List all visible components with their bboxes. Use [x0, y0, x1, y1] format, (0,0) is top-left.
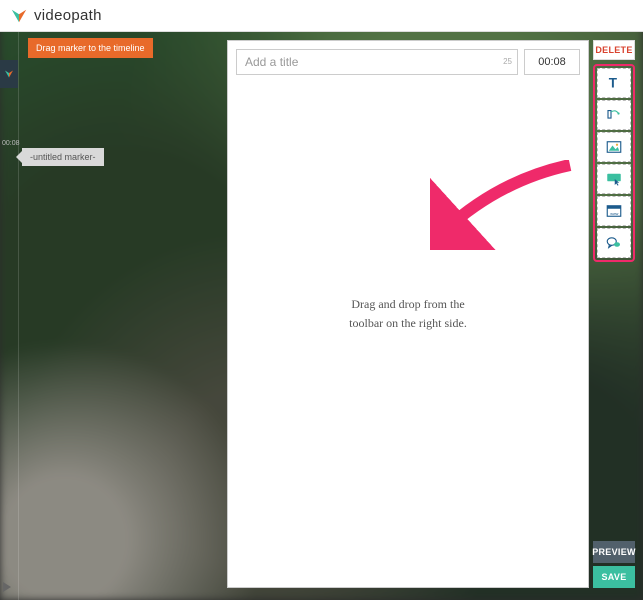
- svg-text:T: T: [609, 76, 618, 91]
- button-tool-icon: [605, 170, 623, 188]
- image-tool[interactable]: [597, 132, 631, 162]
- logo-small-icon: [4, 69, 14, 79]
- timeline-marker[interactable]: -untitled marker-: [22, 148, 104, 166]
- media-tool[interactable]: [597, 100, 631, 130]
- text-tool-icon: T: [605, 74, 623, 92]
- timestamp-field[interactable]: 00:08: [524, 49, 580, 75]
- editor-header: 25 00:08: [228, 41, 588, 81]
- button-tool[interactable]: [597, 164, 631, 194]
- right-rail: DELETE T: [593, 40, 635, 588]
- website-tool-icon: www: [605, 202, 623, 220]
- drag-tip: Drag marker to the timeline: [28, 38, 153, 58]
- rail-spacer: [593, 262, 635, 541]
- delete-button[interactable]: DELETE: [593, 40, 635, 60]
- image-tool-icon: [605, 138, 623, 156]
- app-root: videopath Drag marker to the timeline 00…: [0, 0, 643, 600]
- timeline-time-label: 00:08: [2, 140, 20, 147]
- title-input[interactable]: [236, 49, 518, 75]
- text-tool[interactable]: T: [597, 68, 631, 98]
- sidebar-toggle[interactable]: [0, 60, 18, 88]
- media-tool-icon: [605, 106, 623, 124]
- char-count: 25: [503, 49, 512, 75]
- timeline-rule: [18, 32, 19, 600]
- top-bar: videopath: [0, 0, 643, 32]
- editor-drop-area[interactable]: Drag and drop from the toolbar on the ri…: [228, 81, 588, 587]
- play-button-icon[interactable]: [3, 582, 11, 592]
- tool-palette: T: [593, 64, 635, 262]
- social-tool[interactable]: [597, 228, 631, 258]
- logo-icon: [10, 7, 28, 25]
- preview-button[interactable]: PREVIEW: [593, 541, 635, 563]
- website-tool[interactable]: www: [597, 196, 631, 226]
- save-button[interactable]: SAVE: [593, 566, 635, 588]
- drop-hint-line2: toolbar on the right side.: [349, 314, 467, 333]
- svg-text:www: www: [610, 212, 618, 216]
- editor-panel: 25 00:08 Drag and drop from the toolbar …: [227, 40, 589, 588]
- drop-hint: Drag and drop from the toolbar on the ri…: [349, 295, 467, 333]
- drop-hint-line1: Drag and drop from the: [349, 295, 467, 314]
- social-tool-icon: [605, 234, 623, 252]
- logo-text: videopath: [34, 7, 102, 24]
- title-field-wrap: 25: [236, 49, 518, 75]
